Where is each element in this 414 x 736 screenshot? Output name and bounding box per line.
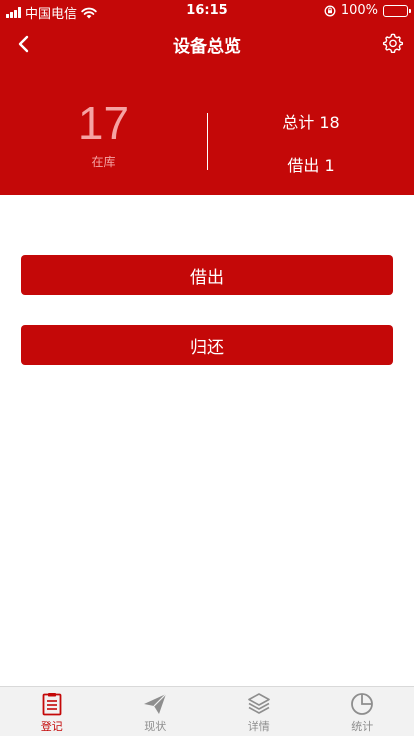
navigation-bar: 设备总览 — [0, 22, 414, 66]
layers-icon — [247, 693, 270, 714]
in-stock-label: 在库 — [91, 155, 116, 169]
borrow-button[interactable]: 借出 — [21, 255, 393, 295]
clipboard-icon — [42, 693, 62, 716]
tab-status-label: 现状 — [144, 720, 167, 733]
orientation-lock-icon — [324, 5, 336, 16]
page-title: 设备总览 — [173, 37, 241, 57]
battery-percent: 100% — [340, 3, 378, 18]
settings-button[interactable] — [382, 32, 406, 56]
tab-register-label: 登记 — [40, 720, 63, 733]
summary-panel: 17 在库 总计 18 借出 1 — [0, 66, 414, 195]
pie-chart-icon — [351, 693, 374, 715]
tab-stats[interactable]: 统计 — [311, 687, 414, 736]
tab-stats-label: 统计 — [351, 720, 374, 733]
tab-bar: 登记 现状 详情 统计 — [0, 686, 414, 736]
tab-details-label: 详情 — [247, 720, 270, 733]
in-stock-count: 17 — [77, 97, 130, 149]
status-bar: 中国电信 16:15 100% — [0, 0, 414, 22]
tab-details[interactable]: 详情 — [207, 687, 311, 736]
battery-icon — [383, 4, 411, 17]
tab-register[interactable]: 登记 — [0, 687, 104, 736]
return-button[interactable]: 归还 — [21, 325, 393, 365]
total-count: 总计 18 — [282, 113, 340, 132]
status-right: 100% — [324, 3, 411, 18]
paper-plane-icon — [144, 693, 167, 714]
gear-icon — [382, 33, 404, 54]
borrowed-count: 借出 1 — [287, 156, 335, 175]
tab-status[interactable]: 现状 — [104, 687, 208, 736]
